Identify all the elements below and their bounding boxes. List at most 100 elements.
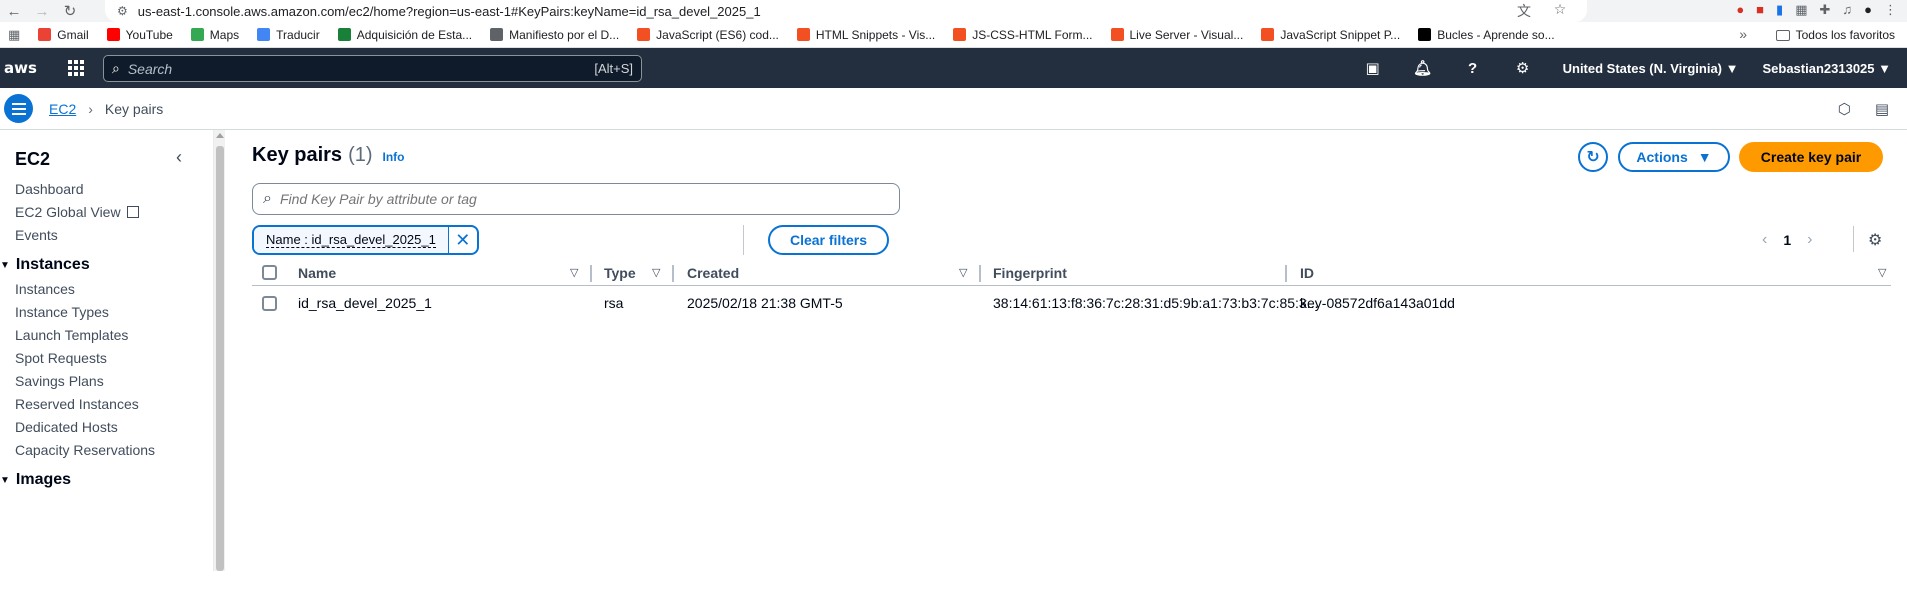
more-bookmarks-icon[interactable]: » — [1739, 26, 1747, 42]
bookmark-item[interactable]: Bucles - Aprende so... — [1418, 28, 1555, 42]
column-resizer[interactable] — [590, 265, 592, 282]
extension-pdf-icon[interactable]: ■ — [1756, 2, 1764, 18]
column-header-fingerprint[interactable]: Fingerprint — [993, 260, 1067, 286]
aws-search-placeholder: Search — [127, 60, 173, 77]
refresh-button[interactable]: ↻ — [1578, 142, 1608, 172]
bookmark-item[interactable]: Gmail — [38, 28, 89, 42]
bookmark-item[interactable]: Manifiesto por el D... — [490, 28, 619, 42]
sort-icon[interactable]: ▽ — [570, 266, 578, 279]
extension-docs-icon[interactable]: ▮ — [1776, 2, 1783, 18]
bookmark-item[interactable]: Traducir — [257, 28, 320, 42]
bookmark-item[interactable]: Live Server - Visual... — [1110, 28, 1243, 42]
cloudshell-icon[interactable]: ▣ — [1363, 59, 1383, 77]
sidebar-item-label: Savings Plans — [15, 373, 104, 389]
aws-search-bar[interactable]: ⌕ Search [Alt+S] — [103, 55, 642, 82]
site-settings-icon[interactable]: ⚙ — [117, 4, 128, 18]
sidebar-item[interactable]: Reserved Instances — [15, 396, 139, 412]
sidebar-section[interactable]: ▼ Images — [0, 471, 71, 489]
select-all-checkbox[interactable] — [262, 265, 277, 280]
column-resizer[interactable] — [1285, 265, 1287, 282]
breadcrumb-ec2-link[interactable]: EC2 — [49, 101, 76, 117]
side-nav-menu-icon[interactable] — [4, 94, 33, 123]
previous-page-icon[interactable]: ‹ — [1762, 231, 1767, 249]
help-icon[interactable]: ? — [1463, 60, 1483, 77]
account-menu[interactable]: Sebastian2313025 ▼ — [1762, 61, 1891, 76]
browser-menu-icon[interactable]: ⋮ — [1884, 2, 1897, 18]
bookmark-favicon-icon — [1110, 28, 1124, 41]
sidebar-item[interactable]: EC2 Global View — [15, 204, 139, 220]
translate-icon[interactable]: 文 — [1515, 1, 1533, 21]
bookmark-star-icon[interactable]: ☆ — [1551, 1, 1569, 21]
external-link-icon — [126, 206, 139, 218]
current-page[interactable]: 1 — [1783, 232, 1791, 248]
sidebar-section[interactable]: ▼ Instances — [0, 256, 90, 274]
column-header-created[interactable]: Created — [687, 260, 739, 286]
profile-avatar[interactable]: ● — [1864, 2, 1872, 18]
create-key-pair-button[interactable]: Create key pair — [1739, 142, 1883, 172]
remove-filter-icon[interactable]: ✕ — [449, 227, 477, 253]
next-page-icon[interactable]: › — [1807, 231, 1812, 249]
sidebar-item-label: Dashboard — [15, 181, 84, 197]
forward-icon[interactable]: → — [28, 3, 56, 20]
bookmark-item[interactable]: JavaScript (ES6) cod... — [637, 28, 779, 42]
region-selector[interactable]: United States (N. Virginia) ▼ — [1563, 61, 1739, 76]
info-link[interactable]: Info — [383, 150, 405, 164]
table-row[interactable]: id_rsa_devel_2025_1 rsa 2025/02/18 21:38… — [252, 287, 1891, 319]
column-resizer[interactable] — [672, 265, 674, 282]
filter-search[interactable]: ⌕ — [252, 183, 900, 215]
bookmark-favicon-icon — [796, 28, 810, 41]
actions-button[interactable]: Actions ▼ — [1618, 142, 1730, 172]
clear-filters-button[interactable]: Clear filters — [768, 225, 889, 255]
column-header-id[interactable]: ID — [1300, 260, 1314, 286]
back-icon[interactable]: ← — [0, 3, 28, 20]
sort-icon[interactable]: ▽ — [1878, 266, 1886, 279]
column-resizer[interactable] — [979, 265, 981, 282]
all-bookmarks-folder[interactable]: Todos los favoritos — [1775, 28, 1895, 42]
aws-logo[interactable]: aws — [4, 59, 44, 77]
sidebar-item[interactable]: Capacity Reservations — [15, 442, 155, 458]
monitor-icon[interactable]: ▤ — [1875, 100, 1889, 118]
breadcrumb-bar: EC2 › Key pairs ⬡ ▤ — [0, 88, 1907, 130]
bookmark-item[interactable]: HTML Snippets - Vis... — [796, 28, 935, 42]
column-header-name[interactable]: Name — [298, 260, 336, 286]
column-header-type[interactable]: Type — [604, 260, 636, 286]
extensions-puzzle-icon[interactable]: ✚ — [1819, 2, 1830, 18]
sidebar-item[interactable]: Spot Requests — [15, 350, 107, 366]
sidebar-item[interactable]: Launch Templates — [15, 327, 128, 343]
cloud-icon[interactable]: ⬡ — [1838, 100, 1851, 118]
url-field[interactable]: ⚙ us-east-1.console.aws.amazon.com/ec2/h… — [105, 0, 1587, 22]
sidebar-item[interactable]: Dashboard — [15, 181, 84, 197]
sidebar-item-label: Spot Requests — [15, 350, 107, 366]
sidebar-item-label: Instance Types — [15, 304, 109, 320]
sidebar-scrollbar[interactable] — [214, 130, 225, 571]
collapse-sidebar-icon[interactable]: ‹ — [176, 147, 182, 168]
sidebar-item[interactable]: Instances — [15, 281, 75, 297]
sidebar-item[interactable]: Dedicated Hosts — [15, 419, 118, 435]
bookmark-item[interactable]: YouTube — [106, 27, 173, 42]
sort-icon[interactable]: ▽ — [959, 266, 967, 279]
reload-icon[interactable]: ↻ — [56, 2, 84, 20]
table-preferences-gear-icon[interactable]: ⚙ — [1868, 230, 1882, 250]
filter-search-input[interactable] — [279, 191, 860, 207]
bookmark-item[interactable]: Maps — [190, 28, 239, 42]
filter-token[interactable]: Name : id_rsa_devel_2025_1 ✕ — [252, 225, 479, 255]
extension-qr-icon[interactable]: ▦ — [1795, 2, 1807, 18]
caret-down-icon: ▼ — [0, 474, 10, 486]
sidebar-item[interactable]: Instance Types — [15, 304, 109, 320]
settings-gear-icon[interactable]: ⚙ — [1513, 59, 1533, 77]
services-menu-icon[interactable] — [68, 60, 84, 76]
media-control-icon[interactable]: ♫ — [1842, 2, 1852, 18]
bookmark-item[interactable]: Adquisición de Esta... — [337, 28, 472, 42]
sort-icon[interactable]: ▽ — [652, 266, 660, 279]
sidebar-item-label: Launch Templates — [15, 327, 129, 343]
extension-adblock-icon[interactable]: ● — [1736, 2, 1744, 18]
bookmark-item[interactable]: JS-CSS-HTML Form... — [953, 28, 1093, 42]
bookmark-label: YouTube — [125, 27, 173, 42]
bookmark-item[interactable]: JavaScript Snippet P... — [1261, 28, 1400, 42]
row-checkbox[interactable] — [262, 295, 277, 311]
sidebar-item[interactable]: Savings Plans — [15, 373, 104, 389]
apps-grid-icon[interactable]: ▦ — [8, 27, 20, 43]
chevron-right-icon: › — [88, 100, 93, 117]
notifications-bell-icon[interactable]: 🔔︎ — [1413, 59, 1433, 77]
sidebar-item[interactable]: Events — [15, 227, 58, 243]
